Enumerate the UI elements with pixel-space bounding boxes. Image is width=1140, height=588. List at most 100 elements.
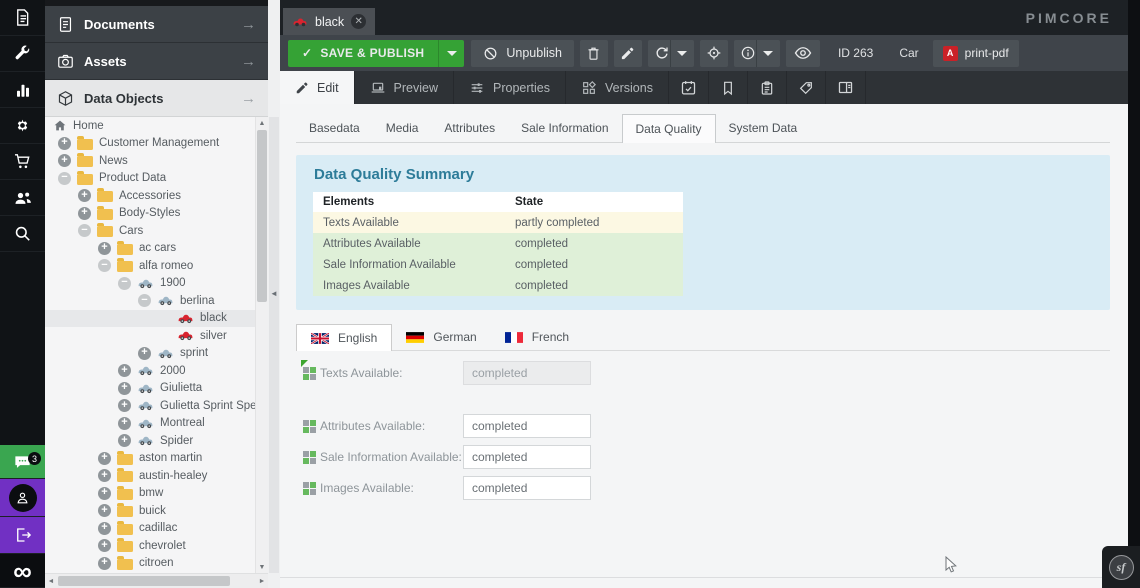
tab-tags[interactable] (787, 71, 826, 104)
collapse-icon[interactable] (58, 172, 71, 185)
tree-item[interactable]: Gulietta Sprint Specia (45, 397, 255, 415)
collapse-panel-icon[interactable]: ◄ (270, 289, 278, 298)
expand-icon[interactable] (118, 382, 131, 395)
tab-schedule[interactable] (669, 71, 709, 104)
scroll-right-arrow[interactable]: ► (256, 574, 268, 588)
tree-item[interactable]: sprint (45, 345, 255, 363)
expand-icon[interactable] (98, 242, 111, 255)
open-object-tab[interactable]: black ✕ (283, 8, 375, 35)
attributes-available-input[interactable] (463, 414, 591, 438)
accordion-data-objects[interactable]: Data Objects → (45, 80, 268, 117)
locate-in-tree-button[interactable] (700, 40, 728, 67)
tree-item[interactable]: News (45, 152, 255, 170)
scrollbar-thumb[interactable] (58, 576, 230, 586)
documents-rail-icon[interactable] (0, 0, 45, 36)
collapse-icon[interactable] (118, 277, 131, 290)
accordion-assets[interactable]: Assets → (45, 43, 268, 80)
save-publish-button[interactable]: ✓ SAVE & PUBLISH (288, 40, 438, 67)
expand-icon[interactable] (78, 207, 91, 220)
tab-attributes[interactable]: Attributes (431, 114, 508, 142)
tab-language-german[interactable]: German (392, 324, 490, 350)
tab-media[interactable]: Media (373, 114, 432, 142)
tree-item[interactable]: 1900 (45, 275, 255, 293)
tab-basedata[interactable]: Basedata (296, 114, 373, 142)
logout-icon[interactable] (0, 517, 45, 554)
tree-vertical-scrollbar[interactable]: ▲ ▼ (255, 117, 268, 573)
rename-button[interactable] (614, 40, 642, 67)
tree-item[interactable]: aston martin (45, 450, 255, 468)
tab-preview[interactable]: Preview (355, 71, 454, 104)
tree-item[interactable]: Cars (45, 222, 255, 240)
tree-item[interactable]: chevrolet (45, 537, 255, 555)
scroll-down-arrow[interactable]: ▼ (256, 561, 268, 573)
users-rail-icon[interactable] (0, 180, 45, 216)
tree-item[interactable]: Spider (45, 432, 255, 450)
expand-icon[interactable] (58, 154, 71, 167)
expand-icon[interactable] (98, 469, 111, 482)
tab-language-english[interactable]: English (296, 324, 392, 351)
tree-item[interactable]: berlina (45, 292, 255, 310)
scrollbar-thumb[interactable] (257, 130, 267, 302)
expand-icon[interactable] (138, 347, 151, 360)
panel-splitter[interactable]: ◄ (268, 0, 280, 588)
expand-icon[interactable] (98, 452, 111, 465)
expand-icon[interactable] (98, 557, 111, 570)
close-tab-icon[interactable]: ✕ (351, 14, 366, 29)
pimcore-logo-icon[interactable]: ∞ (0, 554, 45, 588)
tree-item[interactable]: Montreal (45, 415, 255, 433)
accordion-documents[interactable]: Documents → (45, 6, 268, 43)
scroll-left-arrow[interactable]: ◄ (45, 574, 57, 588)
tools-rail-icon[interactable] (0, 36, 45, 72)
tab-workflow-panel[interactable] (826, 71, 866, 104)
tree-item[interactable]: bmw (45, 485, 255, 503)
info-options-dropdown[interactable] (756, 40, 780, 67)
tree-horizontal-scrollbar[interactable]: ◄ ► (45, 573, 268, 588)
tab-system-data[interactable]: System Data (716, 114, 811, 142)
delete-button[interactable] (580, 40, 608, 67)
tree-item[interactable]: cadillac (45, 520, 255, 538)
expand-icon[interactable] (118, 399, 131, 412)
tree-item[interactable]: 2000 (45, 362, 255, 380)
tab-data-quality[interactable]: Data Quality (622, 114, 716, 143)
tree-item[interactable]: Body-Styles (45, 205, 255, 223)
tree-item-black[interactable]: black (45, 310, 255, 328)
tree-item[interactable]: alfa romeo (45, 257, 255, 275)
tree-item[interactable]: Product Data (45, 170, 255, 188)
ecommerce-rail-icon[interactable] (0, 144, 45, 180)
tab-bookmark[interactable] (709, 71, 748, 104)
expand-icon[interactable] (98, 539, 111, 552)
tab-versions[interactable]: Versions (566, 71, 669, 104)
expand-icon[interactable] (78, 189, 91, 202)
open-preview-button[interactable] (786, 40, 820, 67)
expand-icon[interactable] (118, 417, 131, 430)
collapse-icon[interactable] (78, 224, 91, 237)
tree-item[interactable]: austin-healey (45, 467, 255, 485)
tab-edit[interactable]: Edit (280, 71, 355, 104)
scroll-up-arrow[interactable]: ▲ (256, 117, 268, 129)
tab-sale-information[interactable]: Sale Information (508, 114, 621, 142)
search-rail-icon[interactable] (0, 216, 45, 252)
expand-icon[interactable] (118, 434, 131, 447)
tree-item[interactable]: Customer Management (45, 135, 255, 153)
images-available-input[interactable] (463, 476, 591, 500)
reload-options-dropdown[interactable] (670, 40, 694, 67)
tree-item[interactable]: buick (45, 502, 255, 520)
symfony-debug-toolbar-button[interactable]: sf (1102, 546, 1140, 588)
tab-properties[interactable]: Properties (454, 71, 566, 104)
tree-item[interactable]: Giulietta (45, 380, 255, 398)
reports-rail-icon[interactable] (0, 72, 45, 108)
notifications-icon[interactable]: 3 (0, 445, 45, 479)
unpublish-button[interactable]: Unpublish (471, 40, 574, 67)
tab-language-french[interactable]: French (491, 324, 583, 350)
tree-item[interactable]: ac cars (45, 240, 255, 258)
expand-icon[interactable] (58, 137, 71, 150)
tab-notes[interactable] (748, 71, 787, 104)
expand-icon[interactable] (98, 522, 111, 535)
sale-information-available-input[interactable] (463, 445, 591, 469)
tree-item[interactable]: Accessories (45, 187, 255, 205)
tree-item-home[interactable]: Home (45, 117, 255, 135)
tree-item[interactable]: citroen (45, 555, 255, 573)
texts-available-input[interactable] (463, 361, 591, 385)
expand-icon[interactable] (118, 364, 131, 377)
tree-item[interactable]: silver (45, 327, 255, 345)
